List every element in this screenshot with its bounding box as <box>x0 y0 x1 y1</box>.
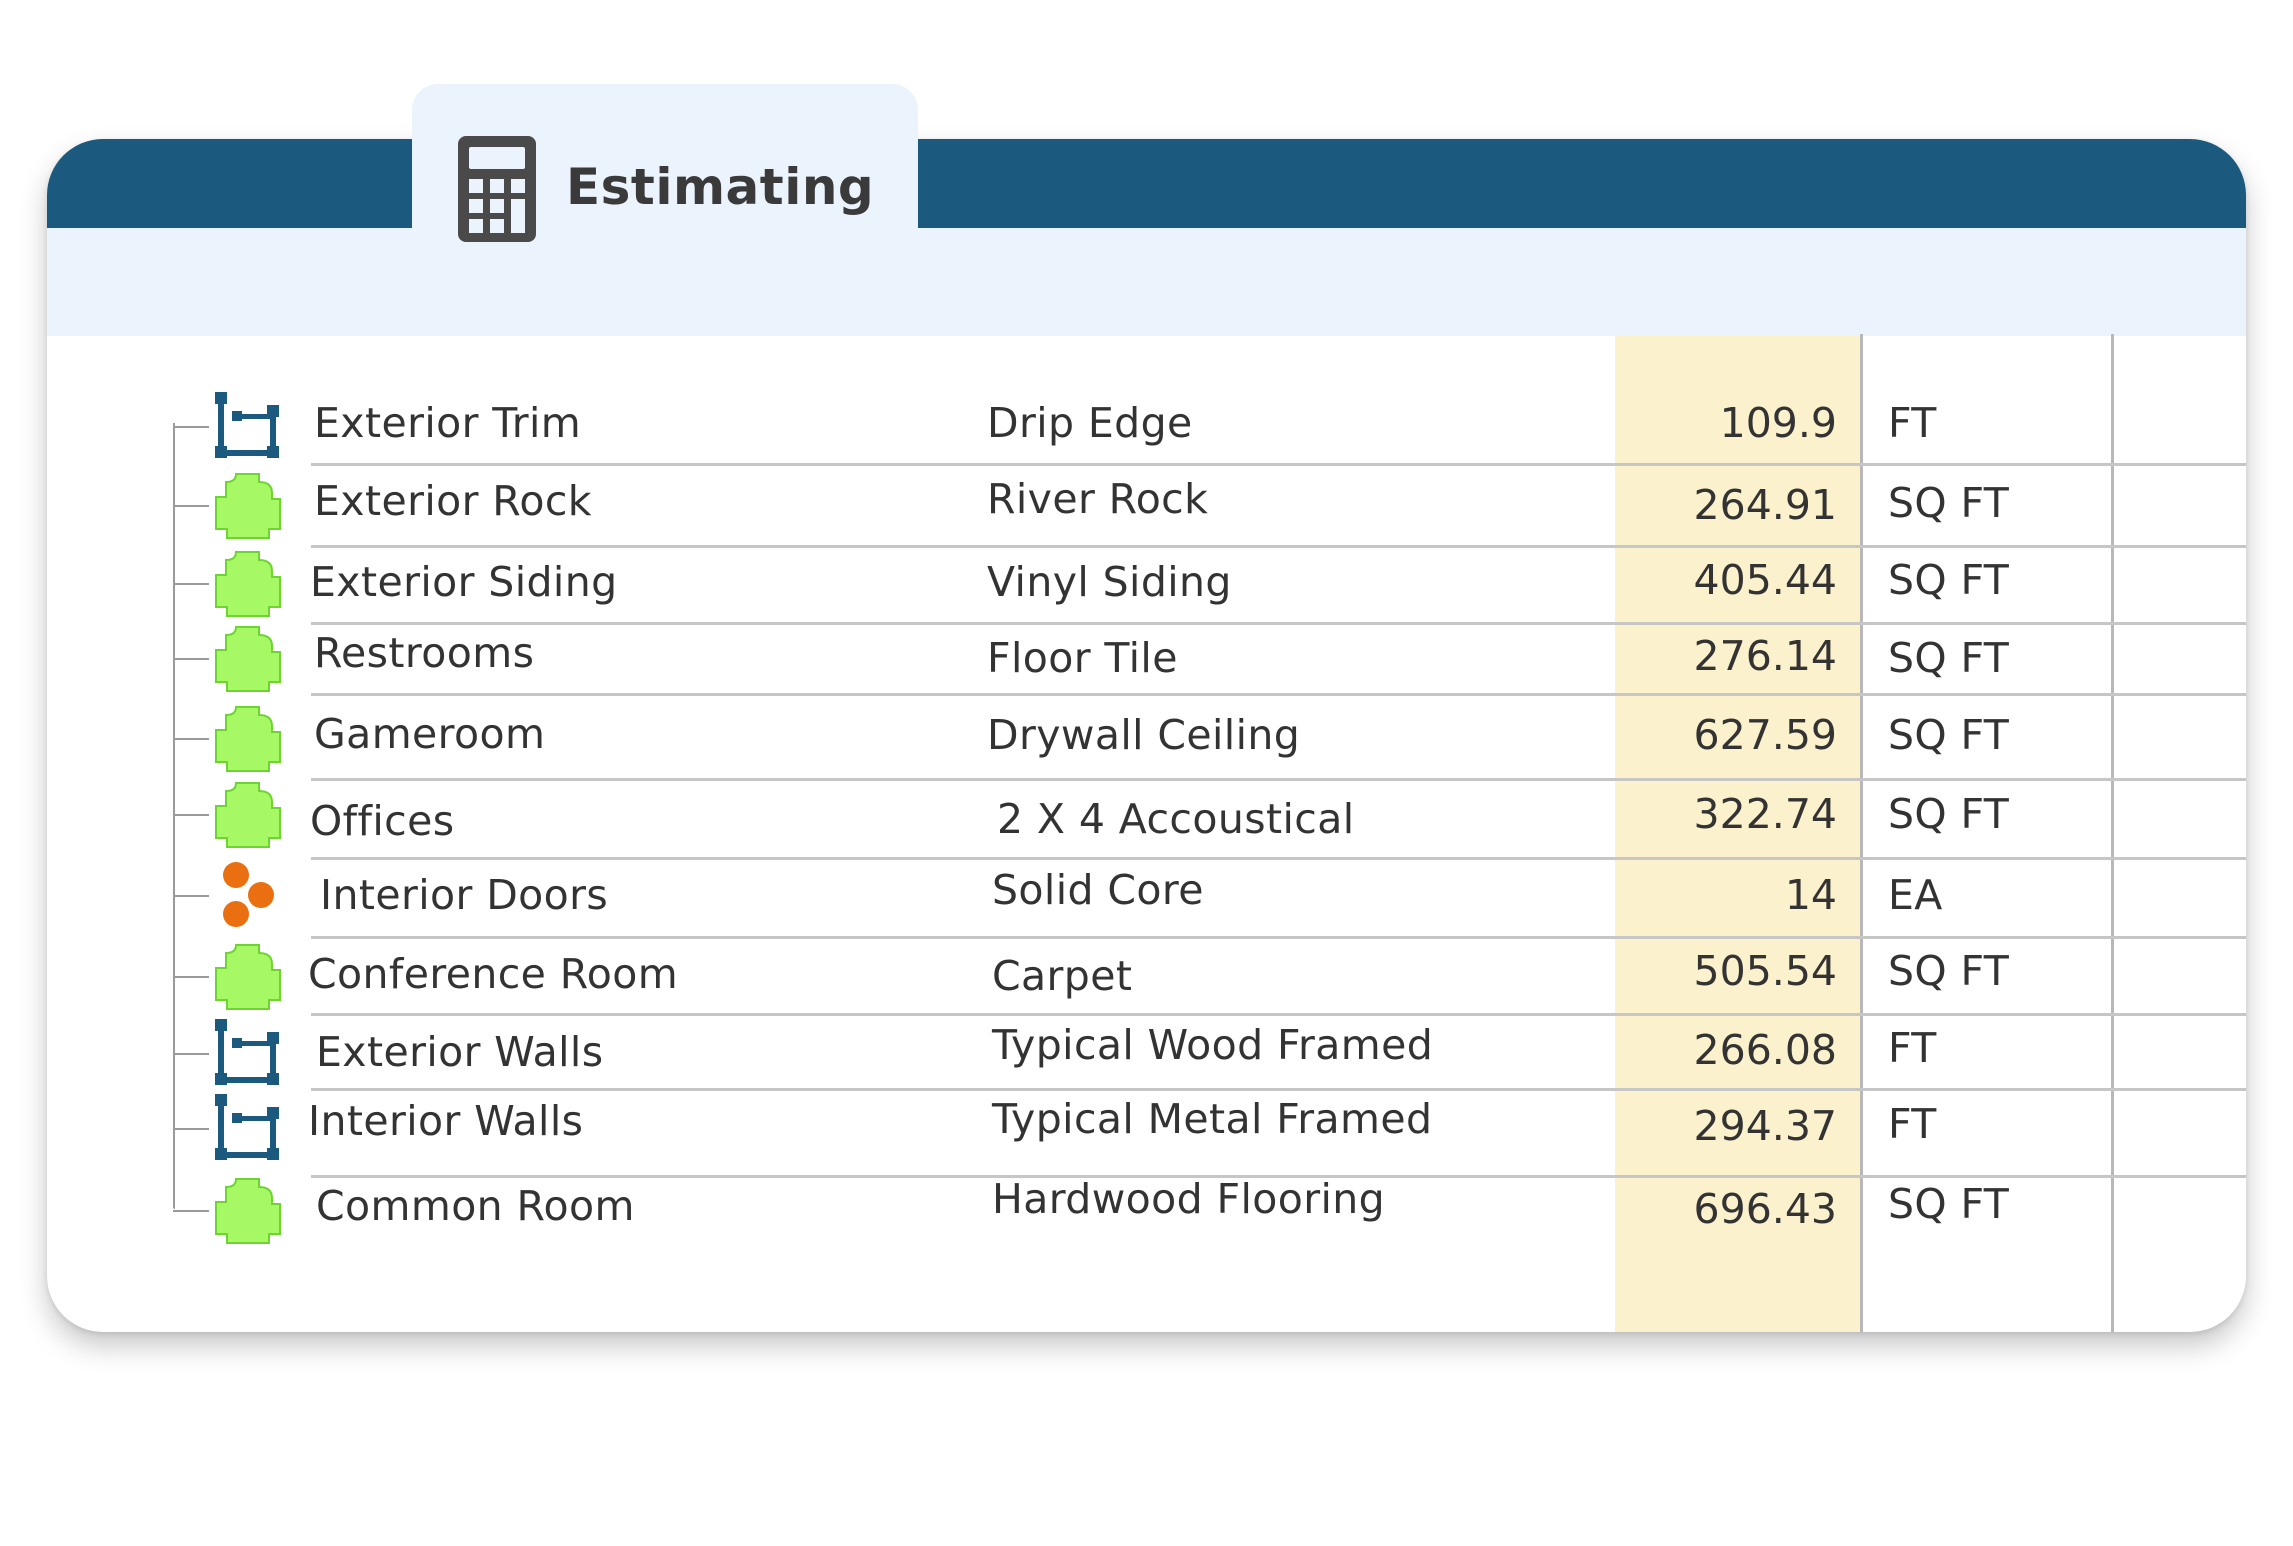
unit-label: SQ FT <box>1888 1180 2010 1228</box>
row-divider <box>311 693 2246 696</box>
row-divider <box>311 463 2246 466</box>
row-divider <box>311 545 2246 548</box>
material-name: Typical Metal Framed <box>992 1095 1433 1143</box>
quantity-value: 264.91 <box>1693 481 1837 529</box>
quantity-value: 627.59 <box>1693 711 1837 759</box>
count-measure-icon <box>223 862 274 927</box>
takeoff-name: Interior Doors <box>320 871 609 919</box>
panel-subheader-bar <box>47 228 2246 336</box>
tree-branch <box>173 814 209 816</box>
quantity-value: 14 <box>1784 871 1837 919</box>
row-divider <box>311 936 2246 939</box>
material-name: Vinyl Siding <box>987 558 1232 606</box>
tree-branch <box>173 1128 209 1130</box>
tree-connector <box>173 423 175 1209</box>
column-divider <box>2111 334 2114 1332</box>
material-name: Solid Core <box>992 866 1204 914</box>
takeoff-name: Exterior Trim <box>314 399 582 447</box>
tree-branch <box>173 426 209 428</box>
unit-label: SQ FT <box>1888 479 2010 527</box>
quantity-value: 505.54 <box>1693 947 1837 995</box>
row-divider <box>311 1088 2246 1091</box>
material-name: Hardwood Flooring <box>992 1175 1386 1223</box>
linear-measure-icon <box>215 1019 279 1085</box>
quantity-value: 405.44 <box>1693 556 1837 604</box>
tree-branch <box>173 976 209 978</box>
tree-branch <box>173 738 209 740</box>
takeoff-name: Exterior Rock <box>314 477 592 525</box>
calculator-icon <box>458 136 536 242</box>
quantity-value: 322.74 <box>1693 790 1837 838</box>
takeoff-name: Restrooms <box>314 629 535 677</box>
takeoff-name: Offices <box>310 797 455 845</box>
tree-branch <box>173 1053 209 1055</box>
linear-measure-icon <box>215 1094 279 1160</box>
takeoff-name: Exterior Walls <box>316 1028 604 1076</box>
row-divider <box>311 778 2246 781</box>
tab-label: Estimating <box>566 158 875 216</box>
area-measure-icon <box>215 551 281 617</box>
unit-label: SQ FT <box>1888 556 2010 604</box>
takeoff-name: Conference Room <box>308 950 679 998</box>
material-name: Typical Wood Framed <box>992 1021 1434 1069</box>
panel-header-bar <box>47 139 2246 228</box>
area-measure-icon <box>215 782 281 848</box>
quantity-value: 276.14 <box>1693 632 1837 680</box>
column-divider <box>1860 334 1863 1332</box>
quantity-value: 294.37 <box>1693 1102 1837 1150</box>
tree-branch <box>173 1210 209 1212</box>
area-measure-icon <box>215 626 281 692</box>
tab-estimating[interactable]: Estimating <box>412 84 918 242</box>
takeoff-name: Exterior Siding <box>310 558 618 606</box>
area-measure-icon <box>215 944 281 1010</box>
tree-branch <box>173 895 209 897</box>
quantity-value: 696.43 <box>1693 1185 1837 1233</box>
takeoff-name: Common Room <box>316 1182 635 1230</box>
area-measure-icon <box>215 1178 281 1244</box>
tree-branch <box>173 658 209 660</box>
takeoff-name: Gameroom <box>314 710 546 758</box>
unit-label: FT <box>1888 399 1937 447</box>
material-name: Drywall Ceiling <box>987 711 1301 759</box>
area-measure-icon <box>215 473 281 539</box>
tree-branch <box>173 583 209 585</box>
unit-label: EA <box>1888 871 1943 919</box>
linear-measure-icon <box>215 392 279 458</box>
quantity-value: 109.9 <box>1719 399 1837 447</box>
row-divider <box>311 622 2246 625</box>
row-divider <box>311 857 2246 860</box>
material-name: River Rock <box>987 475 1209 523</box>
unit-label: FT <box>1888 1100 1937 1148</box>
area-measure-icon <box>215 706 281 772</box>
material-name: Carpet <box>992 952 1133 1000</box>
unit-label: SQ FT <box>1888 947 2010 995</box>
unit-label: SQ FT <box>1888 790 2010 838</box>
tree-branch <box>173 505 209 507</box>
unit-label: SQ FT <box>1888 634 2010 682</box>
row-divider <box>311 1013 2246 1016</box>
quantity-value: 266.08 <box>1693 1026 1837 1074</box>
takeoff-name: Interior Walls <box>308 1097 584 1145</box>
unit-label: SQ FT <box>1888 711 2010 759</box>
material-name: Floor Tile <box>987 634 1178 682</box>
material-name: Drip Edge <box>987 399 1193 447</box>
material-name: 2 X 4 Accoustical <box>997 795 1355 843</box>
unit-label: FT <box>1888 1024 1937 1072</box>
